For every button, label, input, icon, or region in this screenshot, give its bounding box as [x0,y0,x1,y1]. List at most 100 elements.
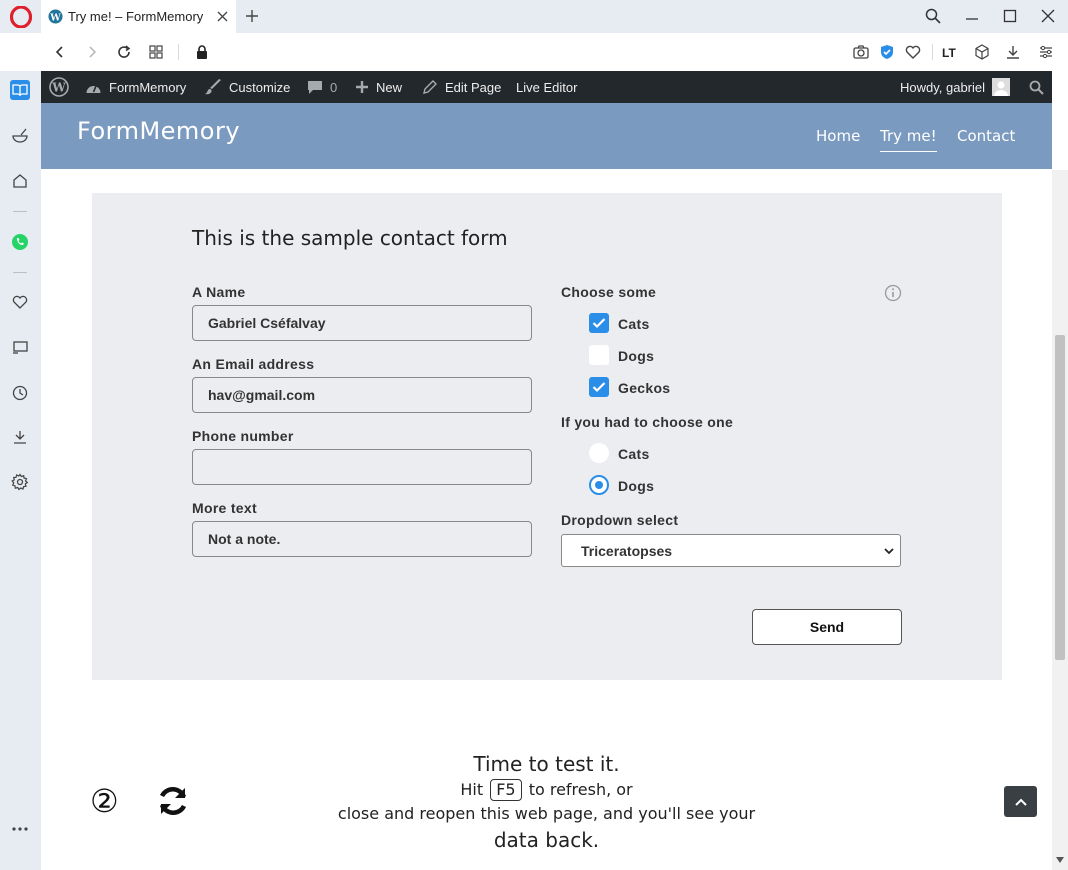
heart-icon[interactable] [903,42,923,62]
browser-sidebar [0,71,41,870]
email-field[interactable] [192,377,532,413]
brush-icon [205,79,221,95]
nav-try-me[interactable]: Try me! [880,127,937,152]
browser-tab[interactable]: W Try me! – FormMemory [41,0,236,33]
step-number: ② [90,782,119,820]
email-label: An Email address [192,356,315,372]
dropdown-select[interactable]: Triceratopses [561,534,901,567]
f5-key: F5 [490,779,522,801]
scrollbar-thumb[interactable] [1055,335,1065,660]
svg-text:W: W [49,12,61,23]
scroll-down-icon[interactable] [1056,857,1064,863]
wordpress-logo-icon[interactable]: W [49,71,76,103]
wp-live-editor-label: Live Editor [516,79,578,95]
phone-label: Phone number [192,428,294,444]
opera-logo[interactable] [10,6,32,28]
gear-icon[interactable] [10,472,30,492]
plus-icon [356,81,368,93]
check-icon [592,382,606,393]
radio-dogs-label: Dogs [618,478,655,494]
more-text-label: More text [192,500,257,516]
nav-contact[interactable]: Contact [957,127,1015,145]
name-field[interactable] [192,305,532,341]
whatsapp-icon[interactable] [10,232,30,252]
cube-icon[interactable] [972,42,992,62]
dashboard-icon [86,85,101,93]
name-label: A Name [192,284,246,300]
download-icon[interactable] [10,427,30,447]
forward-icon[interactable] [82,42,102,62]
test-line-2: close and reopen this web page, and you'… [337,804,756,823]
back-icon[interactable] [50,42,70,62]
clock-icon[interactable] [10,383,30,403]
wp-edit-page[interactable]: Edit Page [422,71,501,103]
screen-icon[interactable] [10,338,30,358]
send-button[interactable]: Send [752,609,902,645]
maximize-icon[interactable] [1000,6,1020,26]
dropdown-label: Dropdown select [561,512,679,528]
close-window-icon[interactable] [1038,6,1058,26]
bowl-icon[interactable] [10,126,30,146]
camera-icon[interactable] [851,42,871,62]
checkbox-geckos[interactable] [589,377,609,397]
search-icon[interactable] [923,6,943,26]
test-title: Time to test it. [473,752,620,776]
wp-admin-bar: W FormMemory Customize 0 New Edit Page L… [41,71,1052,103]
reload-icon[interactable] [114,42,134,62]
tab-title: Try me! – FormMemory [68,9,204,24]
checkbox-cats[interactable] [589,313,609,333]
form-title: This is the sample contact form [192,226,508,250]
contact-form: This is the sample contact form A Name A… [92,193,1002,680]
tab-grid-icon[interactable] [146,42,166,62]
address-bar: LT [0,33,1068,71]
wp-customize[interactable]: Customize [205,71,290,103]
scroll-to-top-button[interactable] [1004,786,1037,817]
wp-howdy[interactable]: Howdy, gabriel [900,71,1011,103]
home-icon[interactable] [10,171,30,191]
test-line-3: data back. [493,828,600,852]
search-icon[interactable] [1029,71,1051,103]
wp-site-name[interactable]: FormMemory [85,71,186,103]
wordpress-favicon: W [48,9,63,24]
nav-home[interactable]: Home [816,127,860,145]
lock-icon[interactable] [192,42,212,62]
test-line-1: Hit F5 to refresh, or [41,779,1052,801]
chevron-down-icon [884,548,894,555]
radio-cats[interactable] [589,443,609,463]
wp-new-label: New [376,79,403,95]
checkbox-cats-label: Cats [618,316,650,332]
tab-bar: W Try me! – FormMemory [0,0,1068,33]
extension-icon[interactable]: LT [940,42,960,62]
choose-one-label: If you had to choose one [561,414,734,430]
wp-site-name-label: FormMemory [109,79,187,95]
info-icon[interactable] [884,284,902,302]
close-icon[interactable] [214,9,230,25]
phone-field[interactable] [192,449,532,485]
wp-comments[interactable]: 0 [307,71,337,103]
plus-icon[interactable] [243,7,261,25]
minimize-icon[interactable] [962,6,982,26]
comment-icon [308,80,322,94]
wp-live-editor[interactable]: Live Editor [516,71,577,103]
pencil-icon [423,80,437,94]
test-hit: Hit [460,780,484,799]
page-scrollbar[interactable] [1052,170,1068,870]
site-header: FormMemory Home Try me! Contact [41,103,1052,169]
refresh-icon [159,787,187,815]
checkbox-dogs[interactable] [589,345,609,365]
wp-new[interactable]: New [355,71,402,103]
wp-customize-label: Customize [229,79,291,95]
download-icon[interactable] [1003,42,1023,62]
more-text-field[interactable] [192,521,532,557]
site-title[interactable]: FormMemory [77,117,240,145]
shield-icon[interactable] [877,42,897,62]
book-icon[interactable] [10,80,30,100]
menu-icon[interactable] [1036,42,1056,62]
more-icon[interactable] [10,819,30,839]
wp-howdy-label: Howdy, gabriel [900,79,986,95]
heart-icon[interactable] [10,292,30,312]
checkbox-geckos-label: Geckos [618,380,671,396]
checkbox-dogs-label: Dogs [618,348,655,364]
radio-dogs[interactable] [589,475,609,495]
test-refresh: to refresh, or [528,780,633,799]
